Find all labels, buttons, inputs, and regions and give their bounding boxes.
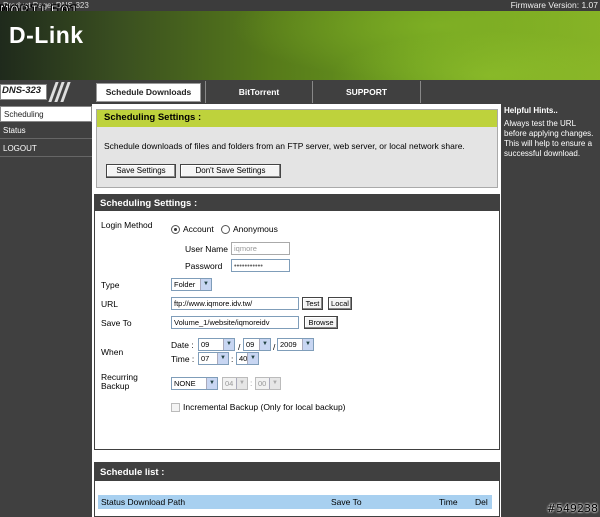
login-anonymous-label: Anonymous xyxy=(233,224,278,234)
recurring-minute-select[interactable]: 00 ▼ xyxy=(255,377,281,390)
recurring-hour-value: 04 xyxy=(225,379,234,388)
time-hour-value: 07 xyxy=(201,354,210,363)
settings-intro-title: Scheduling Settings : xyxy=(104,112,202,123)
test-button[interactable]: Test xyxy=(302,297,323,310)
saveto-field[interactable]: Volume_1/website/iqmoreidv xyxy=(171,316,299,329)
password-field[interactable]: ••••••••••• xyxy=(231,259,290,272)
login-account-radio[interactable] xyxy=(171,225,180,234)
tab-divider xyxy=(420,81,421,103)
firmware-version-text: Firmware Version: 1.07 xyxy=(510,0,598,10)
date-month-value: 09 xyxy=(201,340,210,349)
recurring-select[interactable]: NONE ▼ xyxy=(171,377,218,390)
tab-schedule-downloads[interactable]: Schedule Downloads xyxy=(96,83,201,102)
chevron-down-icon: ▼ xyxy=(236,378,247,389)
url-field[interactable]: ftp://www.iqmore.idv.tw/ xyxy=(171,297,299,310)
chevron-down-icon: ▼ xyxy=(269,378,280,389)
login-anonymous-radio[interactable] xyxy=(221,225,230,234)
scheduling-form-title: Scheduling Settings : xyxy=(100,198,198,209)
incremental-backup-label: Incremental Backup (Only for local backu… xyxy=(183,402,346,412)
type-select-value: Folder xyxy=(174,280,196,289)
hints-text: Always test the URL before applying chan… xyxy=(504,119,594,158)
image-id-watermark: #549238 xyxy=(546,502,598,515)
date-day-select[interactable]: 09 ▼ xyxy=(243,338,271,351)
save-settings-button[interactable]: Save Settings xyxy=(106,164,176,178)
type-label: Type xyxy=(101,280,120,290)
recurring-hour-select[interactable]: 04 ▼ xyxy=(222,377,248,390)
recurring-backup-label: Recurring Backup xyxy=(101,372,138,391)
recurring-value: NONE xyxy=(174,379,196,388)
browse-button[interactable]: Browse xyxy=(304,316,338,329)
dont-save-settings-button[interactable]: Don't Save Settings xyxy=(180,164,281,178)
col-save-to: Save To xyxy=(331,497,362,507)
date-label: Date : xyxy=(171,340,194,350)
chevron-down-icon: ▼ xyxy=(206,378,217,389)
left-sidebar xyxy=(0,104,92,517)
sidebar-item-scheduling[interactable]: Scheduling xyxy=(0,106,92,122)
url-label: URL xyxy=(101,299,119,309)
helpful-hints-panel xyxy=(501,104,600,517)
tab-support[interactable]: SUPPORT xyxy=(313,81,420,103)
page: Product Page: DNS-323 Firmware Version: … xyxy=(0,0,600,517)
chevron-down-icon: ▼ xyxy=(200,279,211,290)
date-year-select[interactable]: 2009 ▼ xyxy=(277,338,314,351)
col-del: Del xyxy=(475,497,488,507)
model-label: DNS-323 xyxy=(2,85,42,96)
local-button[interactable]: Local xyxy=(328,297,352,310)
time-hour-select[interactable]: 07 ▼ xyxy=(198,352,229,365)
username-label: User Name xyxy=(185,244,228,254)
schedule-list-title: Schedule list : xyxy=(100,467,165,478)
date-separator: / xyxy=(273,342,276,352)
dlink-logo: D-Link xyxy=(9,22,84,48)
chevron-down-icon: ▼ xyxy=(223,339,234,350)
time-label: Time : xyxy=(171,354,195,364)
date-day-value: 09 xyxy=(246,340,255,349)
header-banner xyxy=(0,11,600,80)
settings-intro-description: Schedule downloads of files and folders … xyxy=(104,141,465,151)
time-separator: : xyxy=(231,354,234,364)
recurring-minute-value: 00 xyxy=(258,379,267,388)
time-minute-select[interactable]: 40 ▼ xyxy=(236,352,259,365)
type-select[interactable]: Folder ▼ xyxy=(171,278,212,291)
col-status-download-path: Status Download Path xyxy=(101,497,186,507)
saveto-label: Save To xyxy=(101,318,132,328)
username-field[interactable]: iqmore xyxy=(231,242,290,255)
hints-title: Helpful Hints.. xyxy=(504,106,558,115)
sidebar-item-status[interactable]: Status xyxy=(0,123,92,139)
login-account-label: Account xyxy=(183,224,214,234)
date-year-value: 2009 xyxy=(280,340,297,349)
recurring-time-separator: : xyxy=(250,378,253,388)
incremental-backup-checkbox[interactable] xyxy=(171,403,180,412)
password-label: Password xyxy=(185,261,223,271)
col-time: Time xyxy=(439,497,458,507)
chevron-down-icon: ▼ xyxy=(217,353,228,364)
sidebar-item-logout[interactable]: LOGOUT xyxy=(0,141,92,157)
chevron-down-icon: ▼ xyxy=(302,339,313,350)
tab-bittorrent[interactable]: BitTorrent xyxy=(206,81,312,103)
chevron-down-icon: ▼ xyxy=(247,353,258,364)
date-month-select[interactable]: 09 ▼ xyxy=(198,338,235,351)
chevron-down-icon: ▼ xyxy=(259,339,270,350)
date-separator: / xyxy=(238,342,241,352)
when-label: When xyxy=(101,347,124,357)
login-method-label: Login Method xyxy=(101,220,153,230)
